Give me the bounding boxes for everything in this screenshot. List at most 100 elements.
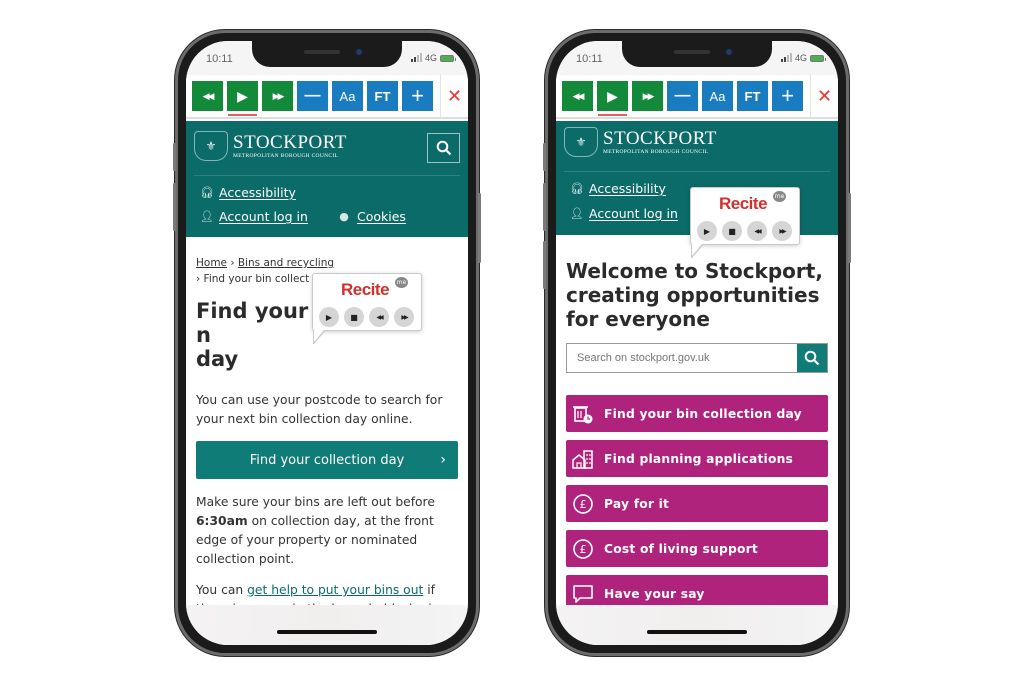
notice-text: Make sure your bins are left out before [196,495,435,509]
page-title-line2: day [196,347,239,371]
stop-icon: ■ [728,226,736,236]
site-search [566,343,828,373]
search-icon [804,350,820,366]
rewind-button[interactable]: ◀◀ [192,81,223,111]
cookie-icon: ● [339,210,349,223]
font-icon: Aa [709,88,726,104]
home-indicator-area [556,605,838,645]
user-icon: 👤︎ [570,207,584,220]
volume-up-button [173,183,176,231]
breadcrumb-separator: › [230,257,235,269]
crest-icon: ⚜ [564,127,598,157]
signal-icon [410,53,422,62]
page-content: Welcome to Stockport, creating opportuni… [556,259,838,331]
play-button[interactable]: ▶ [597,81,628,116]
bin-help-link[interactable]: get help to put your bins out [247,583,423,597]
fast-forward-icon: ▶▶ [401,313,408,321]
recite-play-button[interactable]: ▶ [319,307,339,327]
brand-subtitle: METROPOLITAN BOROUGH COUNCIL [603,148,709,155]
close-toolbar-button[interactable]: ✕ [810,74,838,118]
accessibility-label: Accessibility [219,185,296,200]
tile-label: Find planning applications [604,451,794,466]
fast-forward-button[interactable]: ▶▶ [632,81,663,111]
font-settings-button[interactable]: Aa [332,81,363,111]
rewind-icon: ◀◀ [572,90,585,101]
font-type-button[interactable]: FT [367,81,398,111]
tile-label: Have your say [604,586,705,601]
header-divider [564,171,830,172]
fast-forward-icon: ▶▶ [642,90,655,101]
find-collection-day-button[interactable]: Find your collection day › [196,441,458,479]
stockport-logo[interactable]: ⚜ STOCKPORT METROPOLITAN BOROUGH COUNCIL [194,131,347,161]
collection-notice: Make sure your bins are left out before … [196,493,458,569]
search-submit-button[interactable] [797,344,827,372]
font-type-button[interactable]: FT [737,81,768,111]
recite-forward-button[interactable]: ▶▶ [394,307,414,327]
breadcrumb-home[interactable]: Home [196,257,227,269]
user-icon: 👤︎ [200,210,214,223]
breadcrumb-bins[interactable]: Bins and recycling [238,257,334,269]
tile-label: Pay for it [604,496,670,511]
bin-clock-icon [572,403,594,425]
volume-down-button [543,241,546,289]
page-title-line1-end: n [196,323,211,347]
recite-me-badge: me [773,191,786,202]
account-login-link[interactable]: 👤︎ Account log in [200,209,308,224]
recite-stop-button[interactable]: ■ [722,221,742,241]
accessibility-link[interactable]: 🎧︎ Accessibility [570,181,666,196]
brand-subtitle: METROPOLITAN BOROUGH COUNCIL [233,152,339,159]
cookies-link[interactable]: ● Cookies [338,209,406,224]
tile-pay-for-it[interactable]: £ Pay for it [566,485,828,522]
recite-rewind-button[interactable]: ◀◀ [369,307,389,327]
header-divider [194,175,460,176]
header-search-button[interactable] [427,133,460,163]
battery-charging-icon [440,54,456,62]
rewind-button[interactable]: ◀◀ [562,81,593,111]
search-input[interactable] [567,344,797,372]
font-settings-button[interactable]: Aa [702,81,733,111]
mute-switch [543,143,546,171]
breadcrumb-separator: › [196,273,201,285]
font-type-icon: FT [374,88,391,104]
recite-play-button[interactable]: ▶ [697,221,717,241]
tile-label: Cost of living support [604,541,758,556]
fast-forward-button[interactable]: ▶▶ [262,81,293,111]
home-indicator[interactable] [647,630,747,634]
signal-icon [780,53,792,62]
increase-text-button[interactable]: + [772,81,803,111]
tile-cost-of-living[interactable]: £ Cost of living support [566,530,828,567]
cta-label: Find your collection day [249,452,405,468]
decrease-text-button[interactable]: — [297,81,328,111]
notch [622,41,772,67]
help-text-start: You can [196,583,248,597]
headphones-icon: 🎧︎ [570,182,584,195]
recite-stop-button[interactable]: ■ [344,307,364,327]
phone-screen: 10:11 4G ◀◀ ▶ ▶▶ — Aa FT + ✕ ⚜ STOCKPORT… [186,41,468,645]
mute-switch [173,143,176,171]
recite-me-badge: me [395,277,408,288]
notch [252,41,402,67]
page-title-line1: Find your b [196,299,331,323]
accessibility-link[interactable]: 🎧︎ Accessibility [200,185,296,200]
decrease-text-button[interactable]: — [667,81,698,111]
network-label: 4G [424,53,437,63]
home-indicator[interactable] [277,630,377,634]
tile-bin-collection[interactable]: Find your bin collection day [566,395,828,432]
close-toolbar-button[interactable]: ✕ [440,74,468,118]
recite-rewind-button[interactable]: ◀◀ [747,221,767,241]
brand-name: STOCKPORT [233,131,347,153]
intro-text: You can use your postcode to search for … [196,393,443,426]
account-login-link[interactable]: 👤︎ Account log in [570,206,678,221]
minus-icon: — [304,87,321,104]
increase-text-button[interactable]: + [402,81,433,111]
network-label: 4G [794,53,807,63]
play-button[interactable]: ▶ [227,81,258,116]
stockport-logo[interactable]: ⚜ STOCKPORT METROPOLITAN BOROUGH COUNCIL [564,127,717,157]
recite-player-popup: Recite me ▶ ■ ◀◀ ▶▶ [690,187,800,258]
fast-forward-icon: ▶▶ [272,90,285,101]
phone-right: 10:11 4G ◀◀ ▶ ▶▶ — Aa FT + ✕ ⚜ STOCKPORT… [543,30,851,656]
fast-forward-icon: ▶▶ [779,227,786,235]
brand-name: STOCKPORT [603,127,717,149]
recite-forward-button[interactable]: ▶▶ [772,221,792,241]
tile-planning[interactable]: Find planning applications [566,440,828,477]
